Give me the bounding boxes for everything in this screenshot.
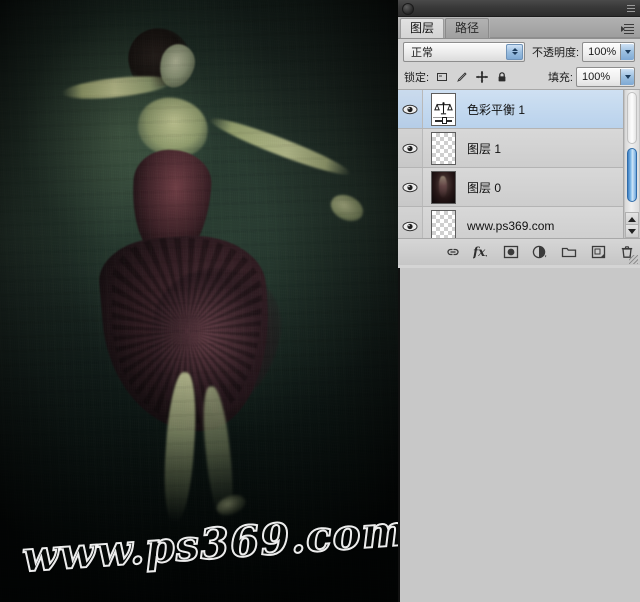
eye-icon	[402, 143, 418, 153]
opacity-value: 100%	[588, 45, 617, 58]
layer-style-fx-icon[interactable]: fx	[473, 243, 491, 261]
tab-paths[interactable]: 路径	[445, 18, 490, 38]
lock-label: 锁定:	[404, 71, 430, 84]
layers-panel: 图层 路径 正常 不透明度: 100% 锁定: 填充: 100% 色彩平衡 1 …	[398, 0, 640, 268]
layer-name: 图层 0	[467, 180, 502, 195]
add-layer-mask-icon[interactable]	[502, 243, 520, 261]
layer-name: www.ps369.com	[467, 219, 555, 233]
panel-resize-grip[interactable]	[629, 255, 638, 264]
link-layers-icon[interactable]	[444, 243, 462, 261]
table-row[interactable]: 色彩平衡 1	[398, 90, 624, 129]
panel-tab-strip: 图层 路径	[398, 17, 640, 39]
lock-image-pixels-icon[interactable]	[455, 70, 468, 83]
layer-visibility-toggle[interactable]	[398, 207, 423, 238]
tab-strip-filler	[490, 18, 640, 38]
layer-thumbnail-cell[interactable]	[423, 131, 463, 165]
lock-button-group	[435, 70, 508, 83]
blend-mode-select[interactable]: 正常	[403, 41, 526, 62]
layer-thumbnail-cell[interactable]	[423, 170, 463, 204]
table-row[interactable]: 图层 1	[398, 129, 624, 168]
fill-label: 填充:	[547, 71, 573, 84]
lock-all-icon[interactable]	[495, 70, 508, 83]
layer-name: 色彩平衡 1	[467, 102, 526, 117]
opacity-label: 不透明度:	[532, 46, 580, 59]
checkerboard-thumb	[430, 209, 456, 238]
table-row[interactable]: 图层 0	[398, 168, 624, 207]
layer-visibility-toggle[interactable]	[398, 129, 423, 167]
chevron-down-icon[interactable]	[620, 43, 634, 60]
layer-thumbnail-cell[interactable]	[423, 92, 463, 126]
layers-list: 色彩平衡 1 图层 1 图层 0 www.ps369.com	[398, 90, 624, 238]
svg-text:fx: fx	[473, 245, 486, 259]
image-canvas[interactable]: www.ps369.com	[0, 0, 398, 602]
tab-layers[interactable]: 图层	[400, 18, 445, 38]
panel-menu-icon[interactable]	[621, 21, 637, 34]
new-layer-icon[interactable]	[589, 243, 607, 261]
collapse-panel-icon[interactable]	[625, 4, 635, 13]
adjustment-slider-icon	[432, 116, 454, 124]
panel-titlebar[interactable]	[398, 0, 640, 17]
checkerboard-thumb	[430, 131, 456, 165]
table-row[interactable]: www.ps369.com	[398, 207, 624, 238]
blend-opacity-row: 正常 不透明度: 100%	[398, 39, 640, 64]
layers-scrollbar[interactable]	[623, 90, 640, 238]
scrollbar-track[interactable]	[625, 90, 639, 214]
layers-list-area: 色彩平衡 1 图层 1 图层 0 www.ps369.com	[398, 89, 640, 239]
eye-icon	[402, 182, 418, 192]
workspace-background	[398, 268, 640, 602]
scrollbar-thumb[interactable]	[627, 148, 637, 202]
fill-value: 100%	[582, 70, 611, 83]
stepper-arrows-icon[interactable]	[506, 43, 524, 60]
chevron-down-icon[interactable]	[620, 68, 634, 85]
eye-icon	[402, 221, 418, 231]
canvas-right-edge	[398, 268, 400, 602]
color-balance-icon	[430, 92, 456, 126]
blend-mode-value: 正常	[411, 46, 433, 59]
opacity-input[interactable]: 100%	[582, 41, 635, 62]
layer-visibility-toggle[interactable]	[398, 90, 423, 128]
layer-visibility-toggle[interactable]	[398, 168, 423, 206]
lock-fill-row: 锁定: 填充: 100%	[398, 64, 640, 89]
new-group-icon[interactable]	[560, 243, 578, 261]
circle-icon	[402, 3, 414, 15]
lock-transparent-pixels-icon[interactable]	[435, 70, 448, 83]
layers-panel-footer: fx	[398, 239, 640, 265]
new-adjustment-layer-icon[interactable]	[531, 243, 549, 261]
fill-input[interactable]: 100%	[576, 66, 635, 87]
eye-icon	[402, 104, 418, 114]
scrollbar-track-cap	[627, 92, 637, 144]
scroll-down-icon[interactable]	[625, 224, 639, 238]
layer-thumbnail-cell[interactable]	[423, 209, 463, 238]
lock-position-icon[interactable]	[475, 70, 488, 83]
layer-name: 图层 1	[467, 141, 502, 156]
photo-thumb	[430, 170, 456, 204]
